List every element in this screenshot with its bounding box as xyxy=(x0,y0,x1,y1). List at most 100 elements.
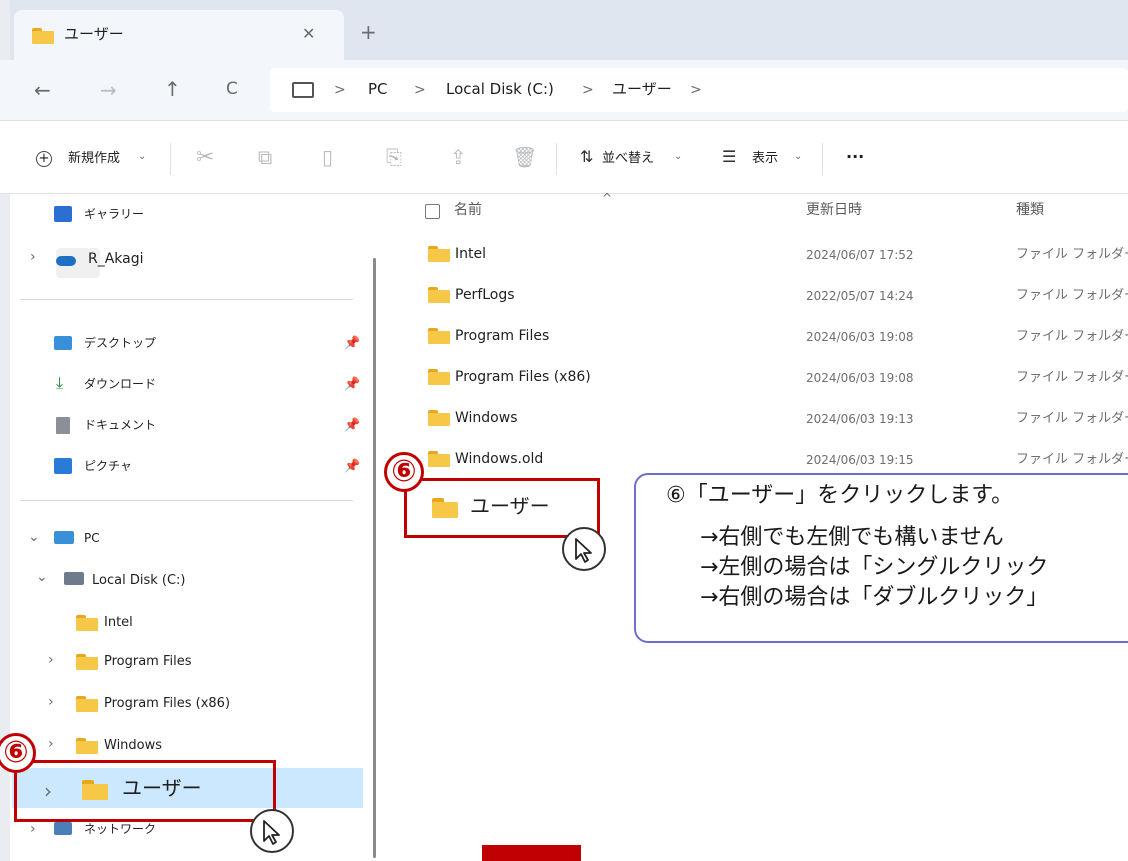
chevron-down-icon: ⌄ xyxy=(794,151,803,162)
sidebar-item-program-files[interactable]: Program Files xyxy=(104,655,192,668)
callout-line-2: →右側でも左側でも構いません xyxy=(700,525,1004,550)
file-name[interactable]: Windows xyxy=(455,411,518,425)
forward-icon[interactable]: → xyxy=(100,80,117,100)
tab-title: ユーザー xyxy=(64,25,124,43)
file-date: 2024/06/03 19:15 xyxy=(806,453,914,467)
file-date: 2024/06/03 19:13 xyxy=(806,412,914,426)
new-button[interactable]: 新規作成 xyxy=(68,152,120,165)
rename-icon[interactable]: ⎘ xyxy=(386,147,402,167)
close-icon[interactable]: ✕ xyxy=(302,26,315,42)
breadcrumb-users[interactable]: ユーザー xyxy=(612,82,672,97)
sidebar-item-documents[interactable]: ドキュメント xyxy=(84,419,156,431)
download-icon: ⤓ xyxy=(56,373,64,392)
file-name[interactable]: Windows.old xyxy=(455,452,543,466)
pin-icon[interactable]: 📌 xyxy=(344,378,360,391)
file-date: 2024/06/07 17:52 xyxy=(806,248,914,262)
sidebar-item-gallery[interactable]: ギャラリー xyxy=(84,208,144,220)
file-type: ファイル フォルダー xyxy=(1016,370,1128,385)
callout-line-4: →右側の場合は「ダブルクリック」 xyxy=(700,585,1049,610)
document-icon xyxy=(56,417,70,434)
up-icon[interactable]: ↑ xyxy=(164,79,181,99)
folder-icon xyxy=(428,287,450,303)
file-name[interactable]: Intel xyxy=(455,247,486,261)
pin-icon[interactable]: 📌 xyxy=(344,337,360,350)
refresh-icon[interactable]: C xyxy=(226,81,238,98)
paste-icon[interactable]: ▯ xyxy=(322,147,333,167)
column-header-name[interactable]: 名前 xyxy=(454,203,482,217)
folder-icon xyxy=(76,615,98,631)
folder-icon xyxy=(76,696,98,712)
computer-icon xyxy=(292,82,314,98)
file-name[interactable]: PerfLogs xyxy=(455,288,515,302)
cursor-icon xyxy=(250,809,294,853)
back-icon[interactable]: ← xyxy=(34,80,51,100)
highlight-box-left xyxy=(14,760,276,822)
sort-button[interactable]: 並べ替え xyxy=(602,152,654,165)
address-bar[interactable]: > PC > Local Disk (C:) > ユーザー > xyxy=(270,68,1128,112)
new-tab-icon[interactable]: + xyxy=(360,22,377,42)
chevron-right-icon[interactable]: › xyxy=(30,250,36,264)
sidebar-item-network[interactable]: ネットワーク xyxy=(84,823,156,835)
sidebar-item-program-files-x86[interactable]: Program Files (x86) xyxy=(104,697,230,710)
share-icon[interactable]: ⇪ xyxy=(450,147,467,167)
chevron-right-icon[interactable]: › xyxy=(48,695,54,709)
cursor-icon xyxy=(562,527,606,571)
copy-icon[interactable]: ⧉ xyxy=(258,147,272,167)
command-bar: + 新規作成 ⌄ ✂ ⧉ ▯ ⎘ ⇪ 🗑 ⇅ 並べ替え ⌄ ☰ 表示 ⌄ ··· xyxy=(0,121,1128,194)
pc-icon xyxy=(54,531,74,544)
file-name[interactable]: Program Files (x86) xyxy=(455,370,591,384)
sidebar-item-desktop[interactable]: デスクトップ xyxy=(84,337,156,349)
breadcrumb-pc[interactable]: PC xyxy=(368,82,388,97)
sidebar-scrollbar[interactable] xyxy=(373,258,376,858)
sidebar-item-windows[interactable]: Windows xyxy=(104,739,162,752)
callout-line-1: ⑥「ユーザー」をクリックします。 xyxy=(666,483,1014,508)
file-name[interactable]: Program Files xyxy=(455,329,549,343)
callout-line-3: →左側の場合は「シングルクリック xyxy=(700,555,1049,580)
navigation-bar: ← → ↑ C > PC > Local Disk (C:) > ユーザー > xyxy=(0,60,1128,121)
tab-active[interactable]: ユーザー ✕ xyxy=(14,10,344,60)
file-type: ファイル フォルダー xyxy=(1016,452,1128,467)
chevron-down-icon: ⌄ xyxy=(674,151,683,162)
select-all-checkbox[interactable] xyxy=(425,204,440,219)
breadcrumb-sep: > xyxy=(690,82,702,98)
breadcrumb-local-disk[interactable]: Local Disk (C:) xyxy=(446,82,554,97)
instruction-callout: ⑥「ユーザー」をクリックします。 →右側でも左側でも構いません →左側の場合は「… xyxy=(634,473,1128,643)
chevron-right-icon[interactable]: › xyxy=(30,822,36,836)
sort-ascending-icon: ^ xyxy=(602,191,613,205)
sort-icon: ⇅ xyxy=(580,147,594,166)
file-date: 2022/05/07 14:24 xyxy=(806,289,914,303)
toolbar-divider xyxy=(822,143,823,175)
sidebar-item-downloads[interactable]: ダウンロード xyxy=(84,378,156,390)
disk-icon xyxy=(64,572,84,585)
pin-icon[interactable]: 📌 xyxy=(344,460,360,473)
chevron-down-icon[interactable]: ⌄ xyxy=(28,530,40,544)
file-type: ファイル フォルダー xyxy=(1016,288,1128,303)
trash-icon[interactable]: 🗑 xyxy=(512,147,537,167)
onedrive-icon xyxy=(56,256,76,266)
chevron-right-icon[interactable]: › xyxy=(48,737,54,751)
toolbar-divider xyxy=(556,143,557,175)
column-header-type[interactable]: 種類 xyxy=(1016,203,1044,217)
toolbar-divider xyxy=(170,143,171,175)
column-header-date[interactable]: 更新日時 xyxy=(806,203,862,217)
view-button[interactable]: 表示 xyxy=(752,152,778,165)
cut-icon[interactable]: ✂ xyxy=(196,147,214,169)
chevron-down-icon[interactable]: ⌄ xyxy=(36,570,48,584)
sidebar-item-intel[interactable]: Intel xyxy=(104,616,133,629)
folder-icon xyxy=(76,738,98,754)
file-date: 2024/06/03 19:08 xyxy=(806,330,914,344)
file-type: ファイル フォルダー xyxy=(1016,411,1128,426)
sidebar-item-cloud[interactable]: R_Akagi xyxy=(88,252,144,266)
folder-icon xyxy=(32,28,54,44)
sidebar-item-pc[interactable]: PC xyxy=(84,532,100,544)
file-type: ファイル フォルダー xyxy=(1016,329,1128,344)
step-number-badge: ⑥ xyxy=(384,452,424,492)
pin-icon[interactable]: 📌 xyxy=(344,419,360,432)
more-icon[interactable]: ··· xyxy=(846,149,864,165)
sidebar-divider xyxy=(20,299,353,300)
sidebar-item-local-disk[interactable]: Local Disk (C:) xyxy=(92,574,185,587)
file-type: ファイル フォルダー xyxy=(1016,247,1128,262)
red-marker-block xyxy=(482,845,581,861)
chevron-right-icon[interactable]: › xyxy=(48,653,54,667)
sidebar-item-pictures[interactable]: ピクチャ xyxy=(84,460,132,472)
